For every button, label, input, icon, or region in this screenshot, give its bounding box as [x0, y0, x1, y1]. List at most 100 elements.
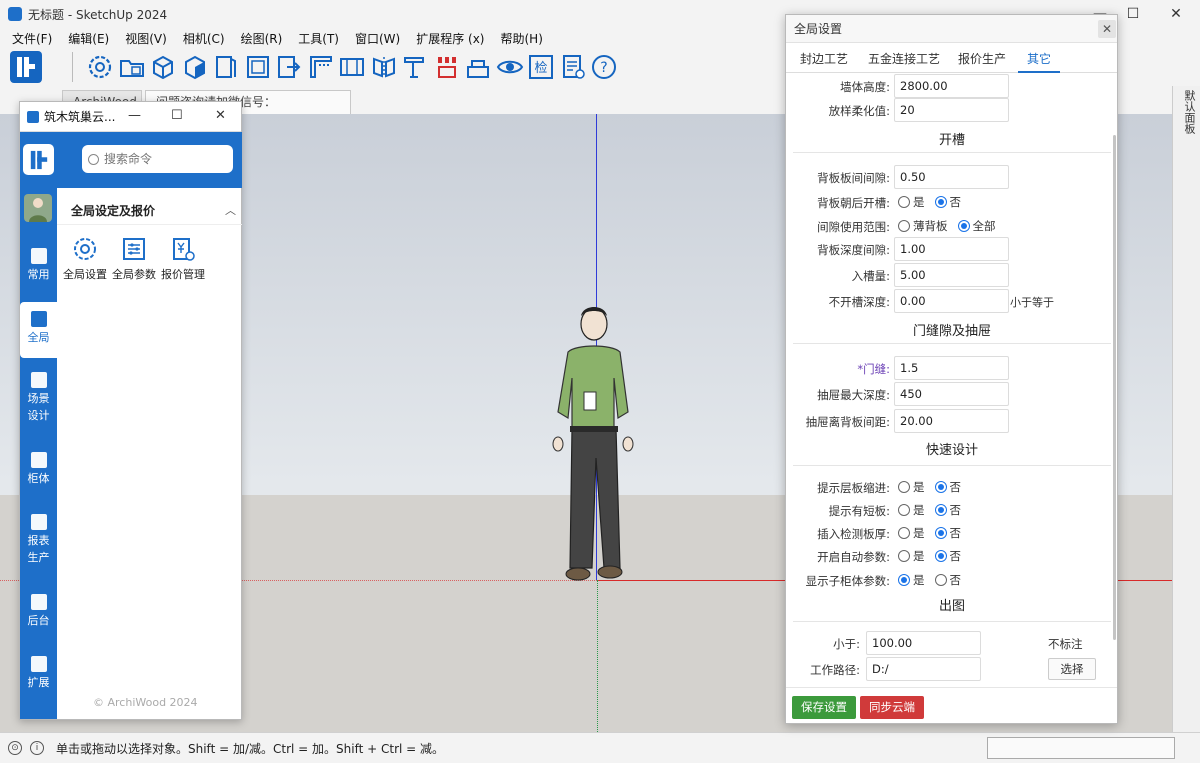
- tab-hardware[interactable]: 五金连接工艺: [868, 50, 940, 67]
- nav-cabinet[interactable]: 柜体: [20, 450, 57, 494]
- tab-quote-production[interactable]: 报价生产: [958, 50, 1006, 67]
- plugin-titlebar: 筑木筑巢云... — ☐ ✕: [20, 102, 241, 132]
- sketchup-logo-icon: [27, 110, 39, 123]
- report-icon[interactable]: [558, 52, 588, 82]
- back-gap-input[interactable]: [894, 165, 1009, 189]
- plugin-maximize-button[interactable]: ☐: [171, 108, 183, 123]
- global-params-button[interactable]: 全局参数: [109, 236, 159, 282]
- sub-cabinet-no-radio[interactable]: [934, 574, 947, 586]
- nav-report-production[interactable]: 报表 生产: [20, 512, 57, 572]
- brush-icon[interactable]: [432, 52, 462, 82]
- plugin-sidebar: 常用 全局 场景 设计 柜体 报表 生产 后台 扩展: [20, 132, 57, 719]
- help-icon[interactable]: ?: [589, 52, 619, 82]
- less-than-input[interactable]: [866, 631, 981, 655]
- plugin-minimize-button[interactable]: —: [128, 108, 141, 123]
- quote-management-button[interactable]: 报价管理: [158, 236, 208, 282]
- menu-file[interactable]: 文件(F): [4, 30, 60, 47]
- svg-text:检: 检: [534, 61, 547, 76]
- nav-common[interactable]: 常用: [20, 242, 57, 294]
- field-check-thickness: 插入检测板厚: 是否: [817, 526, 961, 541]
- export-icon[interactable]: [274, 52, 304, 82]
- dialog-close-button[interactable]: ✕: [1098, 20, 1116, 38]
- archiwood-logo-button[interactable]: [10, 51, 42, 83]
- field-gap-range: 间隙使用范围: 薄背板 全部: [817, 219, 996, 234]
- mirror-icon[interactable]: [369, 52, 399, 82]
- range-all-radio[interactable]: [957, 220, 970, 232]
- menu-tools[interactable]: 工具(T): [290, 30, 347, 47]
- range-thin-back-radio[interactable]: [898, 220, 910, 232]
- search-box[interactable]: [82, 145, 233, 173]
- wall-height-input[interactable]: [894, 74, 1009, 98]
- no-groove-depth-input[interactable]: [894, 289, 1009, 313]
- check-thickness-no-radio[interactable]: [934, 527, 947, 539]
- section-output: 出图: [938, 599, 965, 614]
- cabinet-icon: [30, 452, 47, 468]
- plugin-close-button[interactable]: ✕: [215, 108, 226, 123]
- short-panel-yes-radio[interactable]: [898, 504, 910, 516]
- shelf-indent-no-radio[interactable]: [934, 481, 947, 493]
- panel-icon[interactable]: [211, 52, 241, 82]
- field-auto-params: 开启自动参数: 是否: [817, 549, 961, 564]
- drawer-back-distance-input[interactable]: [894, 409, 1009, 433]
- info-icon[interactable]: i: [30, 741, 44, 755]
- menu-camera[interactable]: 相机(C): [175, 30, 233, 47]
- tab-edge-banding[interactable]: 封边工艺: [800, 50, 848, 67]
- back-groove-no-radio[interactable]: [934, 196, 947, 208]
- dialog-scrollbar[interactable]: [1113, 135, 1116, 640]
- measurements-box[interactable]: [987, 737, 1175, 759]
- check-icon[interactable]: 检: [526, 52, 556, 82]
- nav-backend[interactable]: 后台: [20, 592, 57, 636]
- divider: [793, 465, 1111, 466]
- search-input[interactable]: [104, 152, 224, 166]
- auto-params-no-radio[interactable]: [934, 550, 947, 562]
- drawer-max-depth-input[interactable]: [894, 382, 1009, 406]
- plugin-window: 筑木筑巢云... — ☐ ✕ 常用 全局 场景 设计 柜体 报表 生产 后台 扩展 …: [19, 101, 242, 720]
- frame-icon[interactable]: [306, 52, 336, 82]
- work-path-input[interactable]: [866, 657, 981, 681]
- maximize-button[interactable]: ☐: [1113, 0, 1153, 28]
- folder-box-icon[interactable]: [117, 52, 147, 82]
- save-settings-button[interactable]: 保存设置: [792, 696, 856, 719]
- geo-location-icon[interactable]: ⊙: [8, 741, 22, 755]
- back-groove-yes-radio[interactable]: [898, 196, 910, 208]
- svg-text:?: ?: [600, 60, 607, 76]
- menu-edit[interactable]: 编辑(E): [60, 30, 117, 47]
- door-gap-input[interactable]: [894, 356, 1009, 380]
- sub-cabinet-yes-radio[interactable]: [898, 574, 910, 586]
- nav-scene-design[interactable]: 场景 设计: [20, 370, 57, 430]
- close-button[interactable]: ✕: [1156, 0, 1196, 28]
- nav-global[interactable]: 全局: [20, 302, 57, 358]
- menu-help[interactable]: 帮助(H): [492, 30, 550, 47]
- menu-view[interactable]: 视图(V): [117, 30, 175, 47]
- chevron-up-icon[interactable]: ︿: [225, 202, 236, 218]
- plugin-title: 筑木筑巢云...: [44, 110, 116, 124]
- cube-icon[interactable]: [148, 52, 178, 82]
- cube-solid-icon[interactable]: [180, 52, 210, 82]
- auto-params-yes-radio[interactable]: [898, 550, 910, 562]
- short-panel-no-radio[interactable]: [934, 504, 947, 516]
- green-axis: [597, 580, 598, 732]
- shelf-indent-yes-radio[interactable]: [898, 481, 910, 493]
- sync-cloud-button[interactable]: 同步云端: [860, 696, 924, 719]
- person-figure[interactable]: [548, 304, 640, 584]
- avatar[interactable]: [24, 194, 52, 222]
- door-icon[interactable]: [243, 52, 273, 82]
- depth-gap-input[interactable]: [894, 237, 1009, 261]
- slot-depth-input[interactable]: [894, 263, 1009, 287]
- menu-window[interactable]: 窗口(W): [347, 30, 408, 47]
- eye-icon[interactable]: [495, 52, 525, 82]
- choose-path-button[interactable]: 选择: [1048, 658, 1096, 680]
- menu-draw[interactable]: 绘图(R): [233, 30, 291, 47]
- gear-icon[interactable]: [85, 52, 115, 82]
- global-settings-button[interactable]: 全局设置: [60, 236, 110, 282]
- default-panel-tab[interactable]: 默认面板: [1177, 86, 1197, 134]
- wall-icon[interactable]: [337, 52, 367, 82]
- active-tab-indicator: [1018, 71, 1060, 73]
- menu-extensions[interactable]: 扩展程序 (x): [408, 30, 492, 47]
- plank-icon[interactable]: [400, 52, 430, 82]
- hardware-icon[interactable]: [463, 52, 493, 82]
- check-thickness-yes-radio[interactable]: [898, 527, 910, 539]
- nav-extensions[interactable]: 扩展: [20, 654, 57, 698]
- loft-smooth-input[interactable]: [894, 98, 1009, 122]
- tab-other[interactable]: 其它: [1027, 50, 1051, 67]
